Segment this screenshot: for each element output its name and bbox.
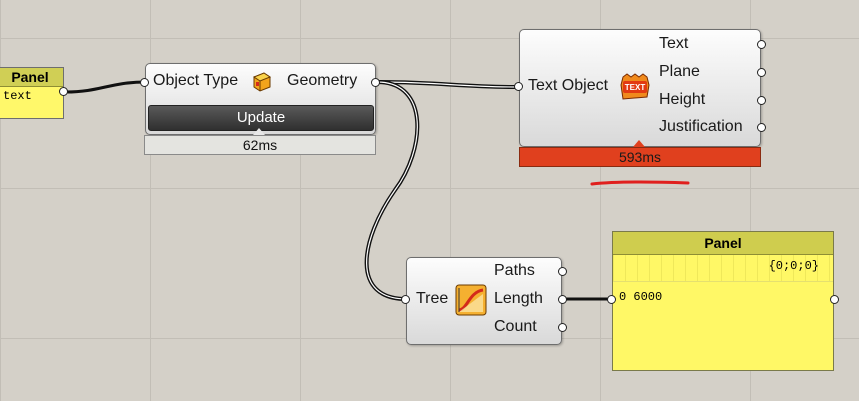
paths-output-port[interactable] <box>558 267 567 276</box>
panel-right-output-port[interactable] <box>830 295 839 304</box>
geometry-output-port[interactable] <box>371 78 380 87</box>
panel-right-value: 6000 <box>633 290 663 304</box>
tree-input-port[interactable] <box>401 295 410 304</box>
plane-output-port[interactable] <box>757 68 766 77</box>
output-text-label: Text <box>659 35 689 52</box>
timer-pointer <box>253 128 265 135</box>
justification-output-port[interactable] <box>757 123 766 132</box>
panel-left[interactable]: Panel text <box>0 67 64 119</box>
timer-pointer-red <box>633 140 645 147</box>
output-height-label: Height <box>659 91 706 108</box>
output-paths-label: Paths <box>494 262 535 279</box>
panel-right[interactable]: Panel {0;0;0} 0 6000 <box>612 231 834 371</box>
text-object-input-label: Text Object <box>528 77 609 94</box>
text-icon-label: TEXT <box>625 83 646 92</box>
panel-right-row: 0 6000 <box>613 282 833 312</box>
tree-input-label: Tree <box>416 290 449 307</box>
text-object-input-port[interactable] <box>514 82 523 91</box>
text-object-icon: TEXT <box>619 71 651 103</box>
panel-left-content[interactable]: text <box>0 87 63 105</box>
panel-right-index: 0 <box>619 290 627 304</box>
output-plane-label: Plane <box>659 63 700 80</box>
object-type-output-label: Geometry <box>287 72 358 89</box>
panel-right-path: {0;0;0} <box>613 255 833 282</box>
output-count-label: Count <box>494 318 537 335</box>
output-length-label: Length <box>494 290 543 307</box>
object-type-icon <box>250 69 274 93</box>
output-justification-label: Justification <box>659 118 743 135</box>
length-output-port[interactable] <box>558 295 567 304</box>
panel-left-output-port[interactable] <box>59 87 68 96</box>
panel-right-title: Panel <box>613 232 833 255</box>
panel-right-input-port[interactable] <box>607 295 616 304</box>
red-annotation-underline <box>590 180 690 186</box>
panel-left-title: Panel <box>0 68 63 87</box>
text-object-timer: 593ms <box>519 147 761 167</box>
count-output-port[interactable] <box>558 323 567 332</box>
text-output-port[interactable] <box>757 40 766 49</box>
object-type-input-port[interactable] <box>140 78 149 87</box>
height-output-port[interactable] <box>757 96 766 105</box>
tree-statistics-icon <box>455 284 487 316</box>
object-type-input-label: Object Type <box>153 72 239 89</box>
wire-panel-to-objecttype <box>65 80 147 94</box>
object-type-timer: 62ms <box>144 135 376 155</box>
